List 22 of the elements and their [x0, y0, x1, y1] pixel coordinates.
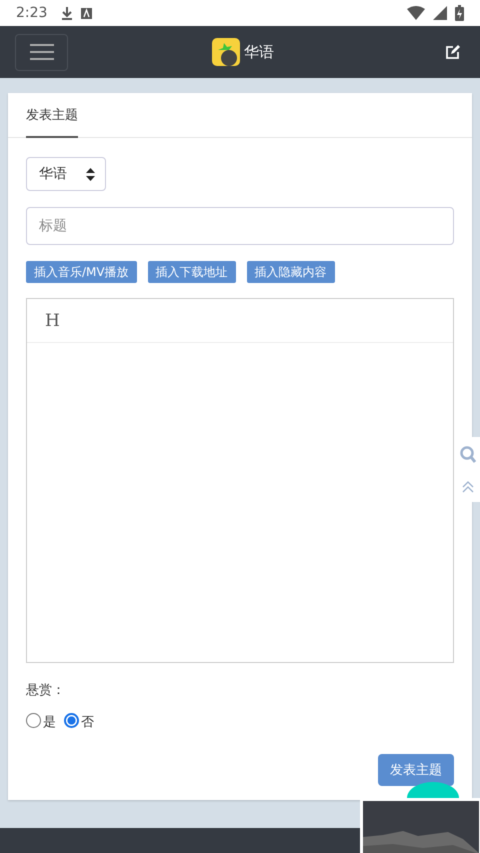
site-title: 华语 — [244, 42, 274, 62]
editor-area[interactable]: H — [26, 298, 454, 663]
radio-button[interactable] — [26, 712, 41, 728]
battery-icon — [455, 5, 464, 21]
category-select[interactable]: 华语 — [26, 157, 106, 191]
wifi-icon — [407, 6, 425, 20]
clock: 2:23 — [16, 5, 48, 21]
download-icon — [61, 6, 74, 20]
radio-label: 是 — [43, 714, 56, 731]
menu-icon — [30, 43, 54, 61]
title-input[interactable]: 标题 — [26, 207, 454, 245]
app-notification-icon — [81, 8, 92, 18]
menu-button[interactable] — [15, 34, 68, 70]
tab[interactable]: 发表主题 — [26, 93, 78, 138]
sort-caret-icon — [86, 168, 95, 180]
heading-button[interactable]: H — [39, 310, 66, 332]
edit-icon — [445, 44, 461, 60]
radio-button[interactable] — [64, 712, 79, 728]
reward-label: 悬赏： — [26, 682, 66, 699]
radio-label: 否 — [81, 714, 94, 731]
signal-icon — [433, 6, 447, 20]
logo-icon — [212, 38, 240, 66]
